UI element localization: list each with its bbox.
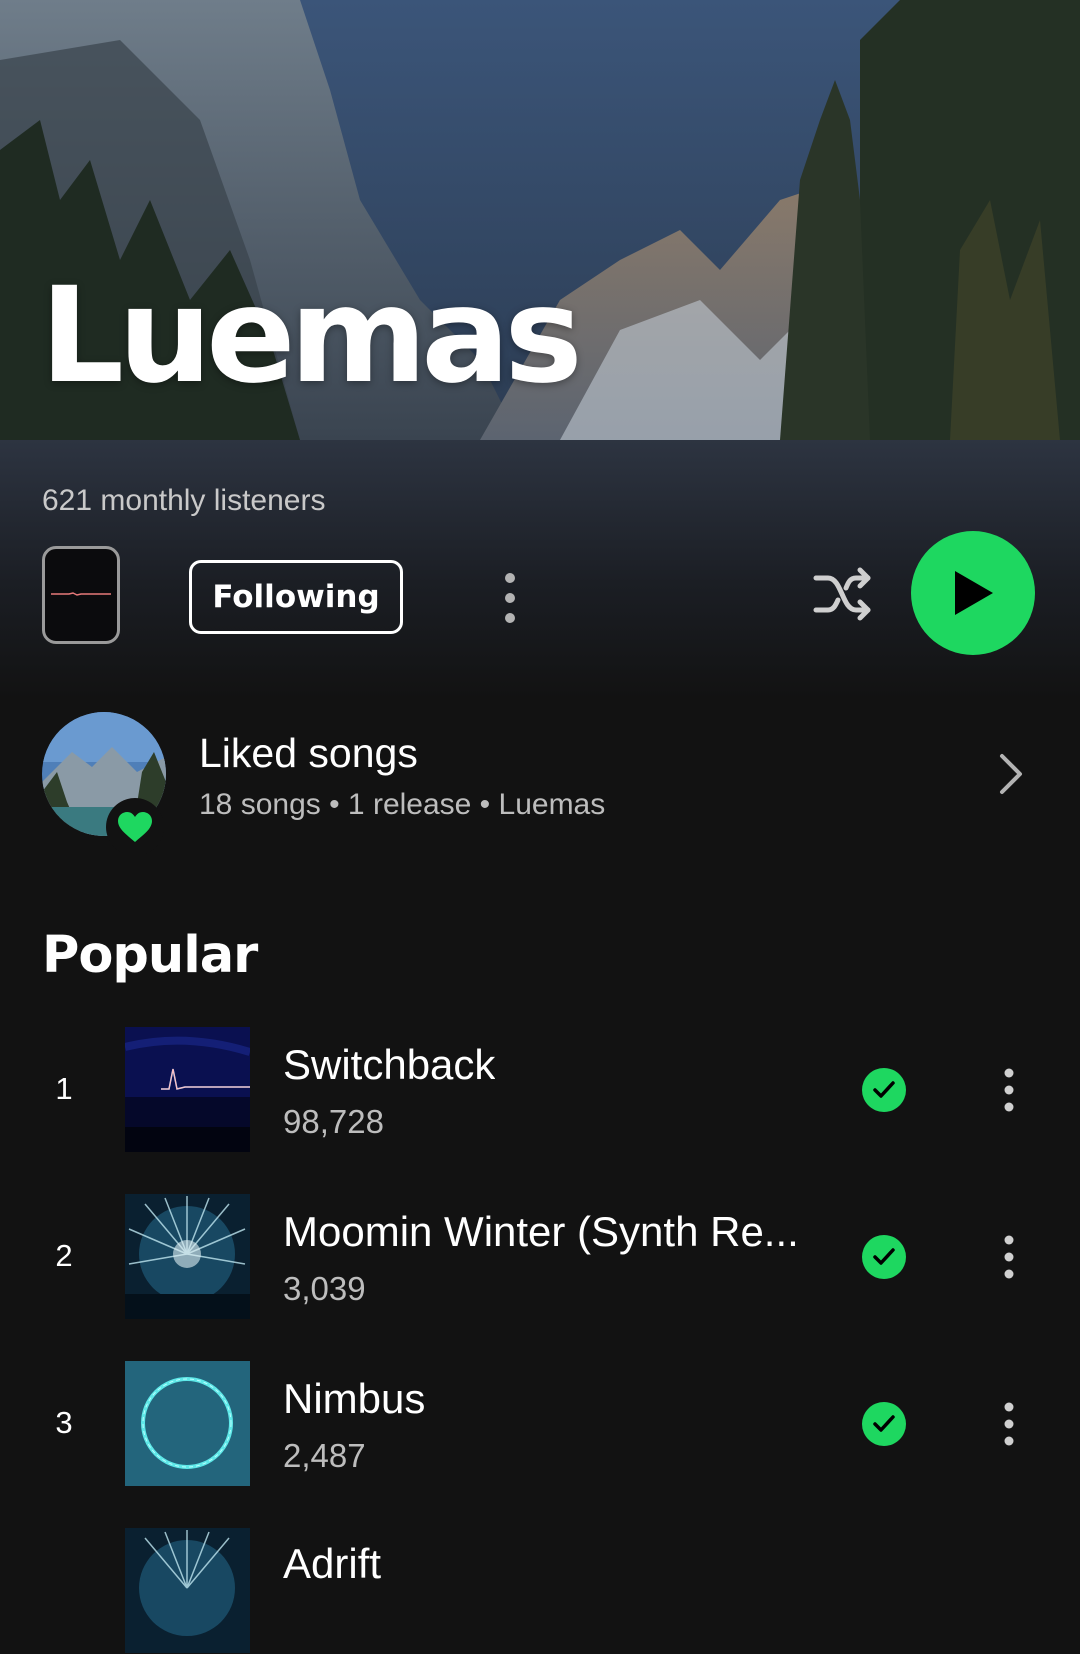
track-title: Nimbus <box>283 1375 426 1422</box>
artist-cover-thumbnail[interactable] <box>42 546 120 644</box>
waveform-icon <box>51 592 111 596</box>
switchback-cover <box>125 1027 250 1152</box>
chevron-right-icon <box>1000 754 1022 794</box>
heart-icon <box>118 812 152 842</box>
track-more-options-icon[interactable] <box>1001 1401 1017 1447</box>
track-row[interactable]: 1 Switchback 98,728 <box>0 1027 1080 1153</box>
track-title: Moomin Winter (Synth Re... <box>283 1208 799 1255</box>
track-more-options-icon[interactable] <box>1001 1067 1017 1113</box>
downloaded-badge <box>862 1402 906 1446</box>
checkmark-icon <box>873 1081 895 1098</box>
play-button[interactable] <box>911 531 1035 655</box>
artist-name: Luemas <box>40 259 583 413</box>
track-more-options-icon[interactable] <box>1001 1234 1017 1280</box>
track-play-count: 98,728 <box>283 1103 384 1140</box>
track-artwork <box>125 1361 250 1486</box>
checkmark-icon <box>873 1415 895 1432</box>
monthly-listeners: 621 monthly listeners <box>42 484 326 517</box>
moomin-winter-cover <box>125 1194 250 1319</box>
shuffle-icon[interactable] <box>812 566 874 622</box>
downloaded-badge <box>862 1068 906 1112</box>
play-icon <box>955 571 993 615</box>
heart-badge <box>106 798 164 856</box>
checkmark-icon <box>873 1248 895 1265</box>
liked-songs-subtitle: 18 songs • 1 release • Luemas <box>199 788 606 821</box>
track-row[interactable]: 3 Nimbus 2,487 <box>0 1361 1080 1487</box>
liked-songs-title: Liked songs <box>199 730 418 776</box>
downloaded-badge <box>862 1235 906 1279</box>
track-artwork <box>125 1027 250 1152</box>
popular-heading: Popular <box>42 926 258 985</box>
more-options-icon[interactable] <box>500 570 520 626</box>
track-play-count: 3,039 <box>283 1270 366 1307</box>
nimbus-cover <box>125 1361 250 1486</box>
liked-songs-row[interactable]: Liked songs 18 songs • 1 release • Luema… <box>0 712 1080 856</box>
track-artwork <box>125 1528 250 1653</box>
track-row[interactable]: 2 Moomin Winter (Synth Re... 3,039 <box>0 1194 1080 1320</box>
track-rank: 2 <box>55 1238 73 1273</box>
track-play-count: 2,487 <box>283 1437 366 1474</box>
adrift-cover <box>125 1528 250 1653</box>
track-title: Adrift <box>283 1540 382 1587</box>
track-rank: 1 <box>55 1071 73 1106</box>
track-row[interactable]: Adrift <box>0 1528 1080 1654</box>
following-button[interactable]: Following <box>189 560 403 634</box>
track-title: Switchback <box>283 1041 496 1088</box>
track-rank: 3 <box>55 1405 73 1440</box>
track-artwork <box>125 1194 250 1319</box>
artist-header-image: Luemas <box>0 0 1080 440</box>
